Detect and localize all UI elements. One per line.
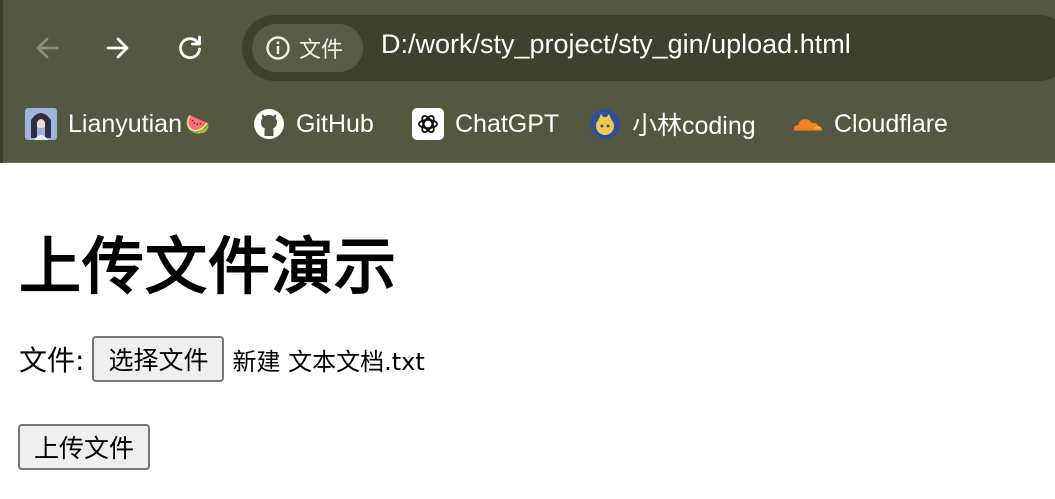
address-bar[interactable]: 文件 D:/work/sty_project/sty_gin/upload.ht… xyxy=(242,15,1055,81)
file-label: 文件: xyxy=(19,344,85,377)
bookmark-github[interactable]: GitHub xyxy=(253,107,374,141)
forward-button[interactable] xyxy=(98,28,138,68)
site-chip-label: 文件 xyxy=(299,38,344,63)
choose-file-button[interactable]: 选择文件 xyxy=(92,336,225,382)
bookmark-label: ChatGPT xyxy=(455,109,560,138)
reload-button[interactable] xyxy=(170,28,210,68)
file-input-row: 文件: 选择文件 新建 文本文档.txt xyxy=(19,336,425,382)
avatar-icon xyxy=(25,108,57,140)
bookmark-label: GitHub xyxy=(296,109,374,138)
selected-file-name: 新建 文本文档.txt xyxy=(232,347,425,376)
github-icon xyxy=(253,108,285,140)
bookmark-label: Cloudflare xyxy=(834,109,948,138)
cloudflare-icon xyxy=(791,108,823,140)
bookmark-cloudflare[interactable]: Cloudflare xyxy=(791,107,948,141)
bookmark-chatgpt[interactable]: ChatGPT xyxy=(412,107,559,141)
bookmark-label: Lianyutian xyxy=(68,109,182,138)
arrow-right-icon xyxy=(104,34,132,62)
upload-button[interactable]: 上传文件 xyxy=(18,424,151,470)
bookmark-lianyutian[interactable]: Lianyutian 🍉 xyxy=(25,107,210,141)
watermelon-emoji: 🍉 xyxy=(184,113,210,136)
bookmark-label: 小林coding xyxy=(632,112,756,140)
xiaolin-icon xyxy=(589,108,621,140)
url-text[interactable]: D:/work/sty_project/sty_gin/upload.html xyxy=(381,29,851,60)
arrow-left-icon xyxy=(33,34,61,62)
browser-toolbar: 文件 D:/work/sty_project/sty_gin/upload.ht… xyxy=(0,14,1055,82)
page-title: 上传文件演示 xyxy=(19,230,398,303)
bookmark-xiaolin-coding[interactable]: 小林coding xyxy=(589,107,756,141)
bookmarks-bar: Lianyutian 🍉 GitHub ChatGPT 小林coding Clo… xyxy=(0,97,1055,151)
back-button[interactable] xyxy=(27,28,67,68)
reload-icon xyxy=(176,34,204,62)
info-icon xyxy=(265,35,291,61)
page-content: 上传文件演示 文件: 选择文件 新建 文本文档.txt 上传文件 xyxy=(0,164,1055,499)
browser-chrome: 文件 D:/work/sty_project/sty_gin/upload.ht… xyxy=(0,0,1055,163)
chatgpt-icon xyxy=(412,108,444,140)
site-info-chip[interactable]: 文件 xyxy=(252,24,363,72)
